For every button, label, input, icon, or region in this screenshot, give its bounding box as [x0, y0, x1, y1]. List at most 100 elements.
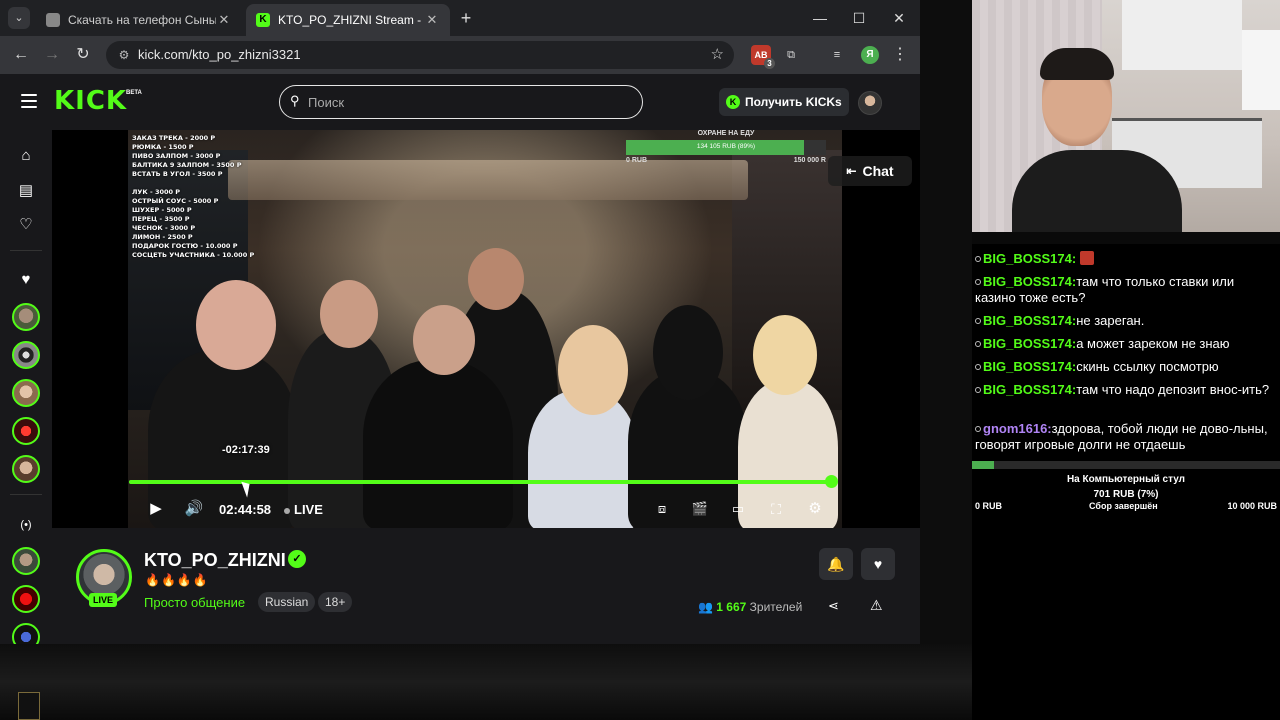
extension-badge: 3	[764, 58, 775, 69]
viewers-label: Зрителей	[749, 600, 803, 614]
home-icon[interactable]: ⌂	[15, 145, 37, 167]
chat-goal-status: Сбор завершён	[1089, 501, 1158, 511]
price-item: ЧЕСНОК - 3000 Р	[132, 224, 196, 232]
following-heart-icon[interactable]: ♡	[15, 214, 37, 236]
chat-goal-progress-bar	[972, 461, 1280, 469]
clip-icon[interactable]: 🎬	[690, 498, 710, 520]
back-button[interactable]: ←	[9, 44, 33, 66]
sidebar-channel-avatar[interactable]	[12, 341, 40, 369]
live-indicator[interactable]: LIVE	[294, 502, 323, 517]
address-bar[interactable]: ⚙ kick.com/kto_po_zhizni3321 ☆	[106, 41, 734, 69]
live-badge: LIVE	[89, 593, 117, 607]
extension-icon[interactable]: AB 3	[751, 45, 775, 69]
fullscreen-icon[interactable]: ⛶	[766, 498, 786, 520]
goal-progress-text: 134 105 RUB (89%)	[696, 143, 756, 150]
share-icon[interactable]: ⋖	[828, 598, 839, 614]
sidebar-channel-avatar[interactable]	[12, 547, 40, 575]
chat-button-label: Chat	[862, 163, 894, 179]
browser-menu-icon[interactable]: ⋮	[892, 44, 908, 66]
tab-download[interactable]: Скачать на телефон Сыны ан ✕	[36, 4, 242, 36]
tab-search-button[interactable]: ⌄	[8, 7, 30, 29]
play-icon[interactable]: ▶	[146, 498, 166, 520]
forward-button[interactable]: →	[40, 44, 64, 66]
notification-bell-button[interactable]: 🔔	[819, 548, 853, 580]
tag-language[interactable]: Russian	[258, 592, 316, 612]
followed-channels-heart-icon: ♥	[21, 271, 31, 288]
theater-mode-icon[interactable]: ▭	[728, 498, 748, 520]
menu-hamburger-icon[interactable]	[21, 94, 37, 108]
chat-overlay: BIG_BOSS174: BIG_BOSS174:там что только …	[972, 232, 1280, 720]
chat-goal-max: 10 000 RUB	[1227, 501, 1277, 511]
tab-kick-stream[interactable]: K KTO_PO_ZHIZNI Stream - Watc ✕	[246, 4, 450, 36]
chat-message: BIG_BOSS174:там что надо депозит внос-ит…	[975, 382, 1275, 398]
category-link[interactable]: Просто общение	[144, 595, 245, 610]
reading-list-icon[interactable]: ≡	[827, 45, 847, 65]
sidebar-channel-avatar[interactable]	[12, 455, 40, 483]
settings-gear-icon[interactable]: ⚙	[805, 498, 825, 520]
chat-username: gnom1616:	[983, 421, 1052, 436]
sidebar-channel-avatar[interactable]	[12, 379, 40, 407]
follow-heart-button[interactable]: ♥	[861, 548, 895, 580]
live-dot-icon	[284, 508, 290, 514]
search-input[interactable]: ⚲ Поиск	[279, 85, 643, 119]
browse-icon[interactable]: ▤	[15, 180, 37, 202]
url-text: kick.com/kto_po_zhizni3321	[138, 47, 301, 62]
video-frame[interactable]: ЗАКАЗ ТРЕКА - 2000 Р РЮМКА - 1500 Р ПИВО…	[128, 130, 842, 530]
new-tab-button[interactable]: +	[456, 8, 476, 28]
volume-icon[interactable]: 🔊	[184, 498, 204, 520]
chat-toggle-button[interactable]: ⇤ Chat	[828, 156, 912, 186]
live-broadcast-icon: (•)	[20, 519, 32, 531]
viewers-icon: 👥	[698, 600, 713, 614]
price-item: ВСТАТЬ В УГОЛ - 3500 Р	[132, 170, 223, 178]
browser-toolbar: ← → ↻ ⚙ kick.com/kto_po_zhizni3321 ☆ AB …	[0, 36, 920, 74]
goal-title: ОХРАНЕ НА ЕДУ	[697, 130, 755, 137]
get-kicks-button[interactable]: K Получить KICKs	[719, 88, 849, 116]
seek-bar[interactable]	[129, 475, 839, 488]
user-avatar[interactable]	[858, 91, 882, 115]
chat-username: BIG_BOSS174:	[983, 382, 1077, 397]
tag-age[interactable]: 18+	[318, 592, 353, 612]
sidebar-channel-avatar[interactable]	[12, 417, 40, 445]
chat-message: BIG_BOSS174:не зареган.	[975, 313, 1275, 329]
close-window-button[interactable]: ✕	[889, 8, 909, 28]
chat-text: не зареган.	[1076, 313, 1145, 328]
sidebar-channel-avatar[interactable]	[12, 585, 40, 613]
channel-info: LIVE KTO_PO_ZHIZNI ✓ 🔥🔥🔥🔥 Просто общение…	[52, 528, 920, 644]
chat-message: gnom1616:здорова, тобой люди не дово-льн…	[975, 421, 1275, 453]
sidebar-channel-avatar[interactable]	[12, 303, 40, 331]
chat-username: BIG_BOSS174:	[983, 336, 1077, 351]
extensions-puzzle-icon[interactable]: ⧉	[781, 45, 801, 65]
mini-player-icon[interactable]: ⧈	[652, 498, 672, 520]
tab-close-icon[interactable]: ✕	[424, 12, 440, 28]
browser-window: ⌄ Скачать на телефон Сыны ан ✕ K KTO_PO_…	[0, 0, 920, 651]
chat-emote-icon	[1079, 251, 1094, 265]
chat-username: BIG_BOSS174:	[983, 313, 1077, 328]
tab-close-icon[interactable]: ✕	[216, 12, 232, 28]
user-badge-icon	[975, 341, 981, 347]
price-item: ПИВО ЗАЛПОМ - 3000 Р	[132, 152, 221, 160]
video-person-head	[558, 325, 628, 415]
video-player[interactable]: ЗАКАЗ ТРЕКА - 2000 Р РЮМКА - 1500 Р ПИВО…	[52, 130, 920, 530]
chat-goal-title: На Компьютерный стул	[1066, 474, 1186, 485]
chat-username: BIG_BOSS174:	[983, 274, 1077, 289]
video-person-head	[653, 305, 723, 400]
price-item: ЛУК - 3000 Р	[132, 188, 181, 196]
profile-avatar[interactable]: Я	[861, 46, 879, 64]
expand-chat-icon: ⇤	[846, 164, 857, 178]
video-person-head	[413, 305, 475, 375]
desktop-file-icon[interactable]	[18, 692, 40, 720]
minimize-button[interactable]: —	[810, 8, 830, 28]
maximize-button[interactable]: ☐	[849, 8, 869, 28]
price-gap	[132, 179, 254, 188]
seek-tooltip: -02:17:39	[222, 444, 270, 456]
reload-button[interactable]: ↻	[71, 44, 95, 66]
bookmark-star-icon[interactable]: ☆	[711, 45, 724, 63]
channel-name[interactable]: KTO_PO_ZHIZNI	[144, 550, 286, 571]
sidebar-divider	[10, 250, 42, 251]
site-info-icon[interactable]: ⚙	[116, 47, 132, 63]
get-kicks-label: Получить KICKs	[745, 95, 842, 109]
video-scene-ceiling	[228, 160, 748, 200]
kick-logo[interactable]: KICK	[54, 86, 127, 116]
report-warning-icon[interactable]: ⚠	[870, 597, 883, 614]
goal-progress-bar: 134 105 RUB (89%)	[626, 140, 826, 155]
